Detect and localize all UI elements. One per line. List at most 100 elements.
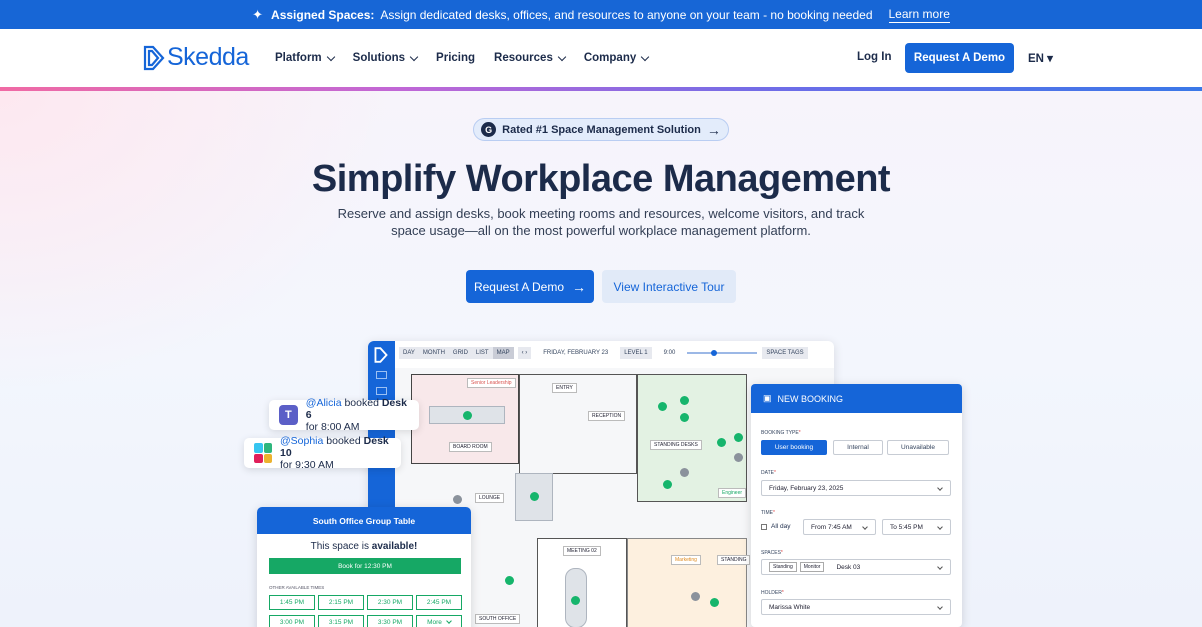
- chevron-down-icon: [557, 52, 567, 61]
- booking-type-label: BOOKING TYPE*: [761, 430, 801, 436]
- menu-platform[interactable]: Platform: [275, 52, 335, 64]
- learn-more-link[interactable]: Learn more: [888, 7, 950, 23]
- menu-label: Company: [583, 52, 637, 64]
- desk-dot[interactable]: [680, 413, 689, 422]
- time-slot[interactable]: 1:45 PM: [269, 595, 315, 610]
- desk-dot[interactable]: [453, 495, 462, 504]
- desk-dot[interactable]: [658, 402, 667, 411]
- desk-dot[interactable]: [680, 396, 689, 405]
- map-label: MEETING 02: [563, 546, 601, 556]
- chevron-down-icon: [326, 52, 335, 61]
- main-menu: Platform Solutions Pricing Resources Com…: [275, 29, 667, 87]
- hero-title: Simplify Workplace Management: [311, 158, 891, 200]
- skedda-logo[interactable]: Skedda: [143, 43, 249, 72]
- to-time-field[interactable]: To 5:45 PM: [882, 519, 951, 535]
- desk-dot[interactable]: [571, 596, 580, 605]
- view-tab-day[interactable]: DAY: [399, 347, 419, 359]
- desk-dot[interactable]: [505, 576, 514, 585]
- desk-dot[interactable]: [530, 492, 539, 501]
- map-label: STANDING DESKS: [650, 440, 702, 450]
- menu-company[interactable]: Company: [583, 52, 650, 64]
- map-label: ENTRY: [552, 383, 577, 393]
- time-slot[interactable]: 3:15 PM: [318, 615, 364, 627]
- marketing-room[interactable]: [627, 538, 747, 627]
- rated-badge-text: Rated #1 Space Management Solution: [502, 123, 701, 136]
- top-nav: Skedda Platform Solutions Pricing Resour…: [0, 29, 1202, 87]
- menu-label: Platform: [275, 52, 322, 64]
- desk-dot[interactable]: [734, 453, 743, 462]
- time-label: TIME*: [761, 510, 775, 516]
- hero-subtitle: Reserve and assign desks, book meeting r…: [337, 206, 865, 238]
- tag-monitor: Monitor: [799, 562, 825, 572]
- list-icon: [376, 387, 387, 395]
- desk-dot[interactable]: [463, 411, 472, 420]
- from-time-field[interactable]: From 7:45 AM: [803, 519, 876, 535]
- holder-field[interactable]: Marissa White: [761, 599, 951, 615]
- toast-verb: booked: [341, 397, 382, 409]
- g2-icon: G: [481, 122, 497, 137]
- desk-dot[interactable]: [717, 438, 726, 447]
- unavailable-option[interactable]: Unavailable: [887, 440, 949, 455]
- time-slot[interactable]: 2:45 PM: [416, 595, 462, 610]
- rated-badge[interactable]: G Rated #1 Space Management Solution →: [473, 118, 729, 141]
- desk-dot[interactable]: [691, 592, 700, 601]
- all-day-checkbox[interactable]: All day: [761, 523, 791, 530]
- desk-dot[interactable]: [710, 598, 719, 607]
- slack-notification: @Sophia booked Desk 10 for 9:30 AM: [244, 435, 401, 471]
- book-now-button[interactable]: Book for 12:30 PM: [269, 558, 461, 574]
- map-label: SOUTH OFFICE: [475, 614, 521, 624]
- desk-dot[interactable]: [663, 480, 672, 489]
- map-label: Engineer: [718, 488, 747, 498]
- language-selector[interactable]: EN ▾: [1028, 51, 1053, 65]
- toast-time: for 8:00 AM: [305, 421, 360, 433]
- nav-request-demo-button[interactable]: Request A Demo: [905, 43, 1014, 73]
- view-tab-list[interactable]: LIST: [471, 347, 493, 359]
- calendar-icon: ▣: [763, 393, 772, 403]
- arrow-right-icon: →: [706, 121, 721, 138]
- app-toolbar: DAY MONTH GRID LIST MAP ‹ › FRIDAY, FEBR…: [399, 346, 808, 360]
- menu-resources[interactable]: Resources: [494, 52, 567, 64]
- toast-time: for 9:30 AM: [280, 459, 334, 471]
- space-value: Desk 03: [836, 563, 861, 571]
- internal-option[interactable]: Internal: [833, 440, 883, 455]
- entry-area: [519, 374, 637, 474]
- prev-next-icon[interactable]: ‹ ›: [517, 347, 532, 359]
- level-select[interactable]: LEVEL 1: [620, 347, 652, 359]
- more-times-button[interactable]: More: [416, 615, 462, 627]
- menu-solutions[interactable]: Solutions: [353, 52, 419, 64]
- view-tab-month[interactable]: MONTH: [418, 347, 449, 359]
- user-booking-option[interactable]: User booking: [761, 440, 827, 455]
- view-tab-grid[interactable]: GRID: [448, 347, 472, 359]
- time-slider[interactable]: [687, 350, 758, 356]
- date-picker[interactable]: FRIDAY, FEBRUARY 23: [539, 347, 612, 359]
- view-tab-map[interactable]: MAP: [492, 347, 514, 359]
- toast-user: @Sophia: [280, 435, 324, 447]
- login-link[interactable]: Log In: [857, 51, 892, 63]
- skedda-logo-icon: [143, 45, 165, 70]
- time-slot[interactable]: 3:30 PM: [367, 615, 413, 627]
- calendar-icon: [376, 371, 387, 379]
- spaces-label: SPACES*: [761, 550, 783, 556]
- teams-icon: T: [279, 405, 298, 425]
- time-slot[interactable]: 2:30 PM: [367, 595, 413, 610]
- interactive-tour-button[interactable]: View Interactive Tour: [602, 270, 736, 303]
- holder-label: HOLDER*: [761, 590, 784, 596]
- map-label: LOUNGE: [475, 493, 505, 503]
- standing-room[interactable]: [637, 374, 747, 502]
- time-slot[interactable]: 3:00 PM: [269, 615, 315, 627]
- slack-icon: [254, 443, 272, 463]
- group-table-card: South Office Group Table This space is a…: [257, 507, 471, 627]
- map-label: RECEPTION: [588, 411, 626, 421]
- menu-pricing[interactable]: Pricing: [436, 52, 475, 64]
- chevron-down-icon: [446, 618, 452, 624]
- availability-status: This space is available!: [310, 541, 418, 552]
- date-field[interactable]: Friday, February 23, 2025: [761, 480, 951, 496]
- hero-request-demo-button[interactable]: Request A Demo →: [466, 270, 594, 303]
- map-label: BOARD ROOM: [449, 442, 492, 452]
- desk-dot[interactable]: [680, 468, 689, 477]
- desk-dot[interactable]: [734, 433, 743, 442]
- space-tags-select[interactable]: SPACE TAGS: [762, 347, 808, 359]
- spaces-field[interactable]: Standing Monitor Desk 03: [761, 559, 951, 575]
- time-slot[interactable]: 2:15 PM: [318, 595, 364, 610]
- map-label: STANDING: [717, 555, 751, 565]
